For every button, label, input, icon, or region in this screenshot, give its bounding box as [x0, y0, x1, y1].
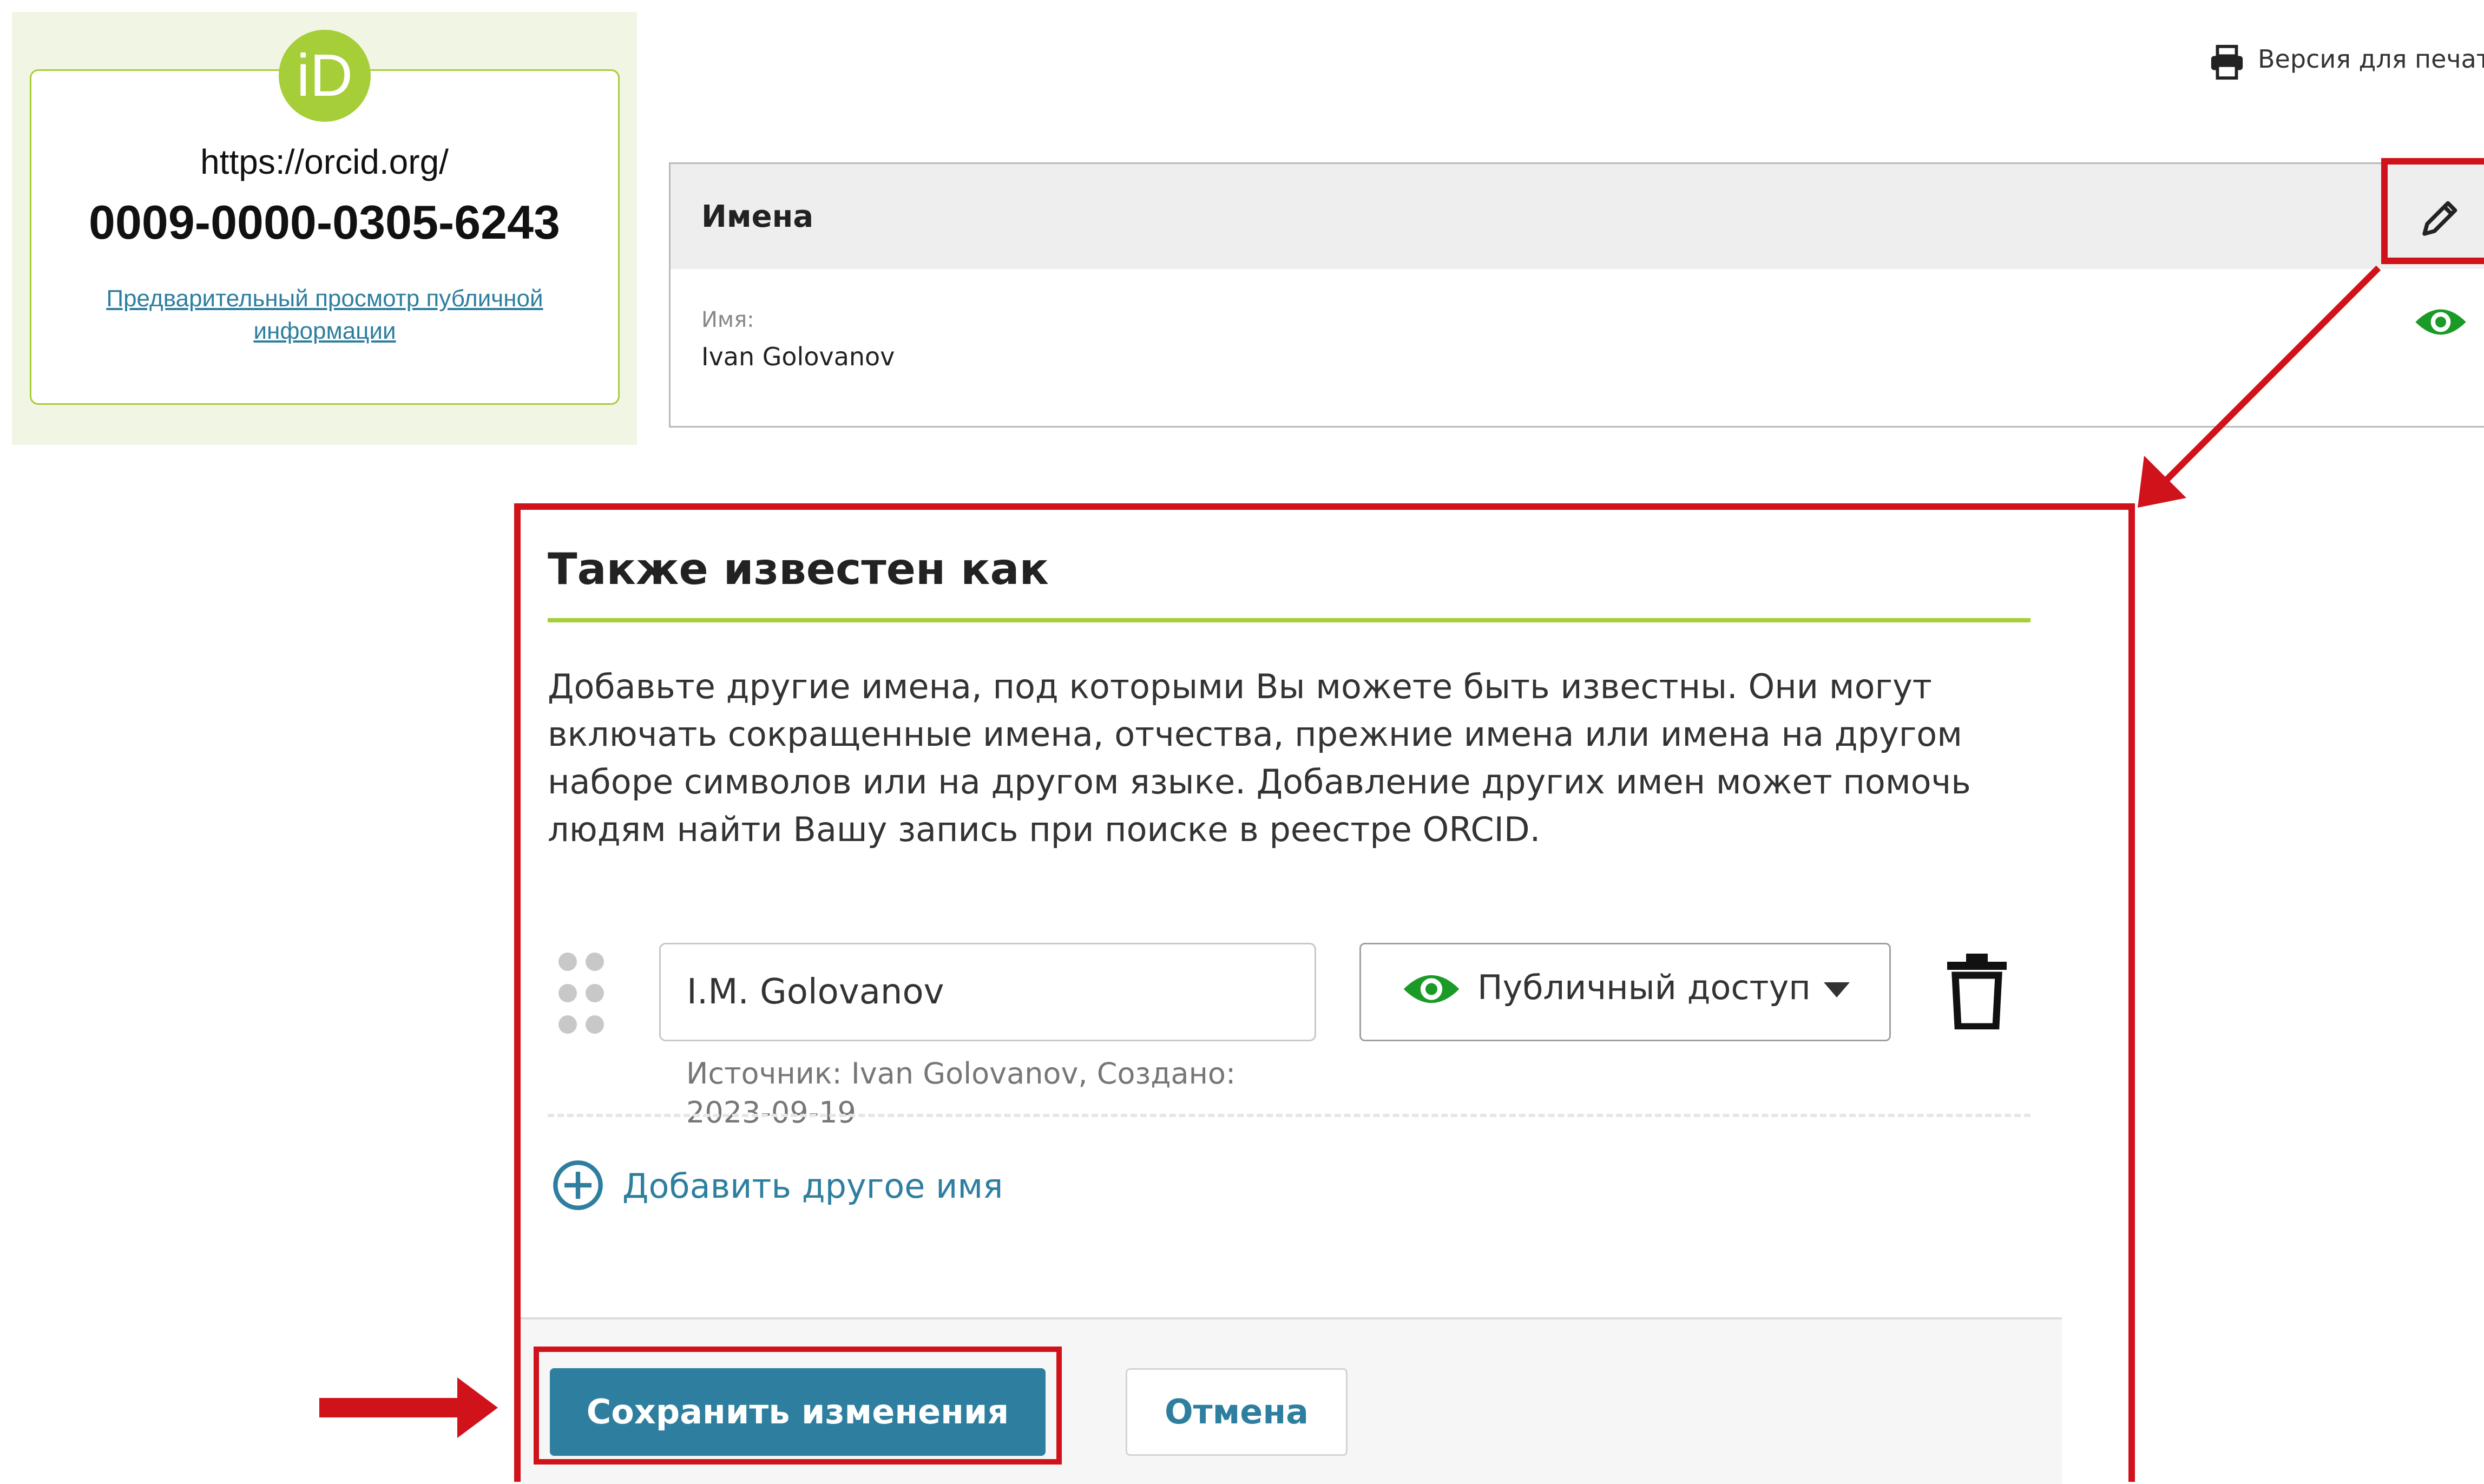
- print-version-link[interactable]: Версия для печати: [2258, 44, 2484, 74]
- annotation-highlight-panel: [514, 503, 2135, 1482]
- annotation-highlight-edit: [2381, 158, 2484, 264]
- orcid-url: https://orcid.org/: [200, 142, 449, 181]
- names-section-body: [669, 269, 2484, 428]
- orcid-id: 0009-0000-0305-6243: [89, 195, 560, 249]
- name-field-value: Ivan Golovanov: [701, 342, 895, 371]
- public-preview-link[interactable]: Предварительный просмотр публичной инфор…: [70, 283, 579, 347]
- eye-icon: [2415, 309, 2466, 335]
- annotation-highlight-save: [534, 1347, 1062, 1465]
- names-section-title: Имена: [701, 199, 814, 234]
- orcid-logo: iD: [279, 30, 371, 122]
- names-section-header: [669, 162, 2484, 271]
- name-field-label: Имя:: [701, 307, 754, 332]
- printer-icon[interactable]: [2208, 43, 2246, 81]
